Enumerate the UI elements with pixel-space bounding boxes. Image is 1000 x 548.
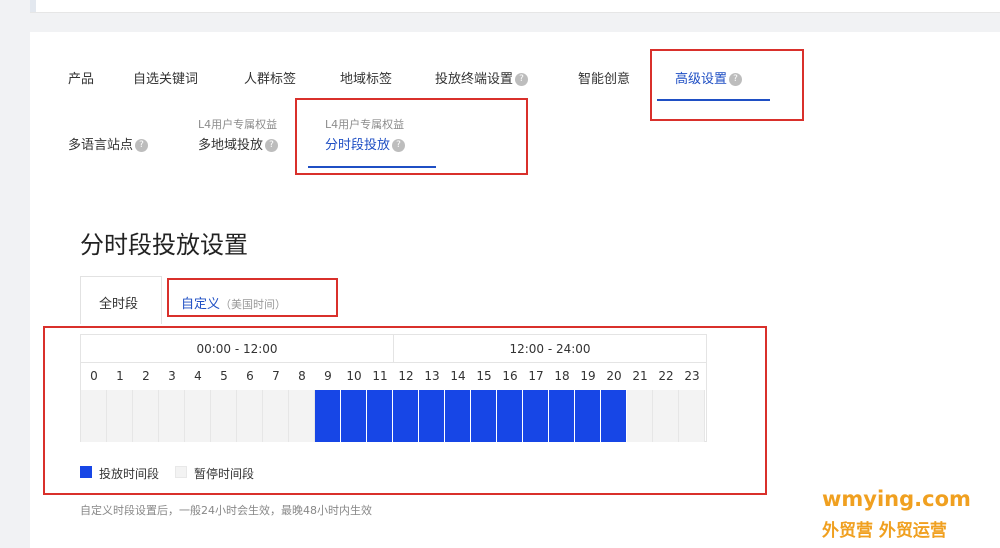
tab-label: 多语言站点	[68, 138, 134, 153]
tab-multiregion[interactable]: 多地域投放?	[198, 134, 279, 153]
tab-region[interactable]: 地域标签	[340, 68, 392, 87]
annotation-box	[295, 98, 528, 175]
top-bar-accent	[30, 0, 36, 12]
tab-multilanguage[interactable]: 多语言站点?	[68, 134, 149, 153]
tab-keywords[interactable]: 自选关键词	[133, 68, 198, 87]
watermark-text: 外贸营 外贸运营	[822, 521, 947, 541]
effective-time-note: 自定义时段设置后，一般24小时会生效，最晚48小时内生效	[80, 504, 372, 517]
tab-label: 智能创意	[578, 72, 631, 87]
help-icon[interactable]: ?	[515, 73, 529, 86]
section-title: 分时段投放设置	[80, 231, 248, 259]
tab-label: 投放终端设置	[435, 72, 514, 87]
tab-label: 多地域投放	[198, 138, 264, 153]
legend-active-label: 投放时间段	[99, 467, 160, 481]
tab-label: 人群标签	[244, 72, 297, 87]
tab-sublabel: L4用户专属权益	[198, 118, 278, 131]
top-bar	[30, 0, 1000, 13]
legend-paused-label: 暂停时间段	[194, 467, 255, 481]
annotation-box	[167, 278, 338, 317]
help-icon[interactable]: ?	[135, 139, 149, 152]
tab-label: 地域标签	[340, 72, 393, 87]
tab-label: 自选关键词	[133, 72, 199, 87]
tab-label: 产品	[68, 72, 95, 87]
tab-audience[interactable]: 人群标签	[244, 68, 296, 87]
legend-active-swatch	[80, 466, 92, 478]
tab-smart-creative[interactable]: 智能创意	[578, 68, 630, 87]
mode-tab-all[interactable]: 全时段	[99, 293, 138, 312]
help-icon[interactable]: ?	[265, 139, 279, 152]
watermark-url: wmying.com	[822, 487, 971, 511]
legend-paused-swatch	[175, 466, 187, 478]
annotation-box	[650, 49, 804, 121]
tab-device[interactable]: 投放终端设置?	[435, 68, 529, 87]
tab-product[interactable]: 产品	[68, 68, 94, 87]
